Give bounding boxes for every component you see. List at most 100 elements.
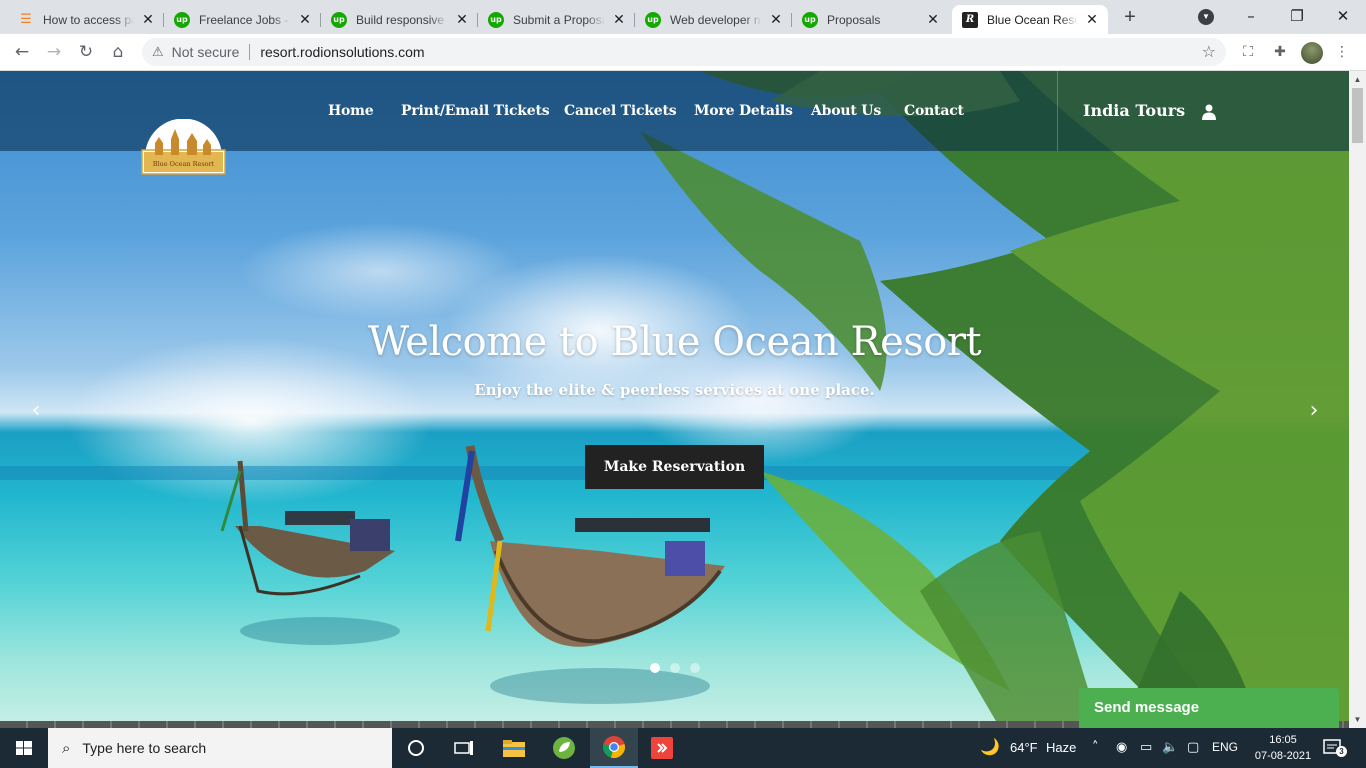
clock-date: 07-08-2021 [1254, 750, 1312, 762]
search-icon: ⌕ [62, 739, 71, 757]
system-clock[interactable]: 16:05 07-08-2021 [1252, 732, 1314, 764]
security-label: Not secure [171, 44, 240, 60]
tab-3[interactable]: up Submit a Proposal ✕ [478, 5, 635, 34]
carousel-dot-3[interactable] [690, 663, 700, 673]
weather-icon[interactable]: 🌙 [980, 737, 1000, 757]
close-icon[interactable]: ✕ [925, 11, 941, 28]
nav-contact[interactable]: Contact [904, 103, 964, 119]
tab-title: Blue Ocean Resor [987, 12, 1078, 27]
screenshot-icon[interactable]: ⛶ [1238, 42, 1258, 62]
reload-icon[interactable]: ↻ [74, 40, 98, 64]
back-icon[interactable]: ← [10, 40, 34, 64]
windows-taskbar: ⌕ Type here to search 🌙 64°F Haze ˄ ◉ ▭ … [0, 728, 1366, 768]
cortana-icon[interactable] [392, 728, 440, 768]
carousel-next-icon[interactable]: › [1304, 399, 1324, 423]
nav-about-us[interactable]: About Us [811, 103, 881, 119]
close-icon[interactable]: ✕ [768, 11, 784, 28]
weather-temp[interactable]: 64°F [1010, 740, 1038, 755]
upwork-icon: up [488, 11, 504, 28]
notification-count-badge: 3 [1336, 746, 1347, 757]
anydesk-icon[interactable] [638, 728, 686, 768]
hero-title: Welcome to Blue Ocean Resort [367, 319, 982, 365]
nav-home[interactable]: Home [328, 103, 374, 119]
window-close-icon[interactable]: ✕ [1320, 4, 1366, 30]
tab-4[interactable]: up Web developer ne ✕ [635, 5, 792, 34]
tab-title: Freelance Jobs - U [199, 12, 291, 27]
minimize-icon[interactable]: – [1228, 4, 1274, 30]
new-tab-icon[interactable]: + [1118, 6, 1142, 30]
scroll-up-icon[interactable]: ▲ [1349, 71, 1366, 88]
url-text[interactable]: resort.rodionsolutions.com [260, 44, 424, 60]
send-message-chat-button[interactable]: Send message [1079, 688, 1339, 728]
carousel-prev-icon[interactable]: ‹ [26, 399, 46, 423]
nav-more-details[interactable]: More Details [694, 103, 793, 119]
tab-2[interactable]: up Build responsive w ✕ [321, 5, 478, 34]
carousel-dot-2[interactable] [670, 663, 680, 673]
search-placeholder: Type here to search [82, 740, 207, 756]
profile-avatar[interactable] [1301, 42, 1323, 64]
close-icon[interactable]: ✕ [140, 11, 156, 28]
chrome-taskbar-icon[interactable] [590, 728, 638, 768]
extensions-icon[interactable]: ✚ [1270, 42, 1290, 62]
scroll-thumb[interactable] [1352, 88, 1363, 143]
notification-center-icon[interactable]: 3 [1322, 738, 1347, 758]
nav-divider [1057, 71, 1058, 151]
bookmark-star-icon[interactable]: ☆ [1202, 42, 1216, 61]
make-reservation-button[interactable]: Make Reservation [585, 445, 764, 489]
address-bar[interactable]: ⚠ Not secure resort.rodionsolutions.com … [142, 38, 1226, 66]
tab-title: Submit a Proposal [513, 12, 605, 27]
meet-now-icon[interactable]: ◉ [1116, 740, 1127, 755]
forward-icon[interactable]: → [42, 40, 66, 64]
left-boat-shape [220, 460, 395, 596]
tray-overflow-icon[interactable]: ˄ [1092, 740, 1099, 755]
network-icon[interactable]: ▢ [1187, 740, 1199, 755]
tab-title: Proposals [827, 12, 881, 27]
resort-logo[interactable]: Blue Ocean Resort [141, 119, 226, 175]
nav-brand-india-tours[interactable]: India Tours [1083, 101, 1185, 120]
volume-icon[interactable]: 🔈 [1162, 740, 1178, 755]
logo-text: Blue Ocean Resort [153, 160, 215, 168]
language-indicator[interactable]: ENG [1212, 740, 1238, 754]
clock-time: 16:05 [1269, 734, 1297, 746]
close-icon[interactable]: ✕ [611, 11, 627, 28]
tab-strip: ☰ How to access pa ✕ up Freelance Jobs -… [0, 0, 1366, 34]
menu-icon[interactable]: ⋮ [1332, 42, 1352, 62]
task-view-icon[interactable] [440, 728, 488, 768]
upwork-icon: up [802, 11, 818, 28]
scroll-down-icon[interactable]: ▼ [1349, 711, 1366, 728]
tab-0[interactable]: ☰ How to access pa ✕ [8, 5, 164, 34]
weather-condition[interactable]: Haze [1046, 740, 1076, 755]
hero-subtitle: Enjoy the elite & peerless services at o… [474, 381, 875, 399]
tab-title: Web developer ne [670, 12, 762, 27]
palm-fronds-shape [640, 71, 1349, 728]
page-viewport: Home Print/Email Tickets Cancel Tickets … [0, 71, 1349, 728]
windows-start-icon[interactable] [0, 728, 48, 768]
spring-tool-icon[interactable] [540, 728, 588, 768]
tab-5[interactable]: up Proposals ✕ [792, 5, 949, 34]
close-icon[interactable]: ✕ [454, 11, 470, 28]
upwork-icon: up [645, 11, 661, 28]
restore-icon[interactable]: ❐ [1274, 4, 1320, 30]
page-scrollbar[interactable]: ▲ ▼ [1349, 71, 1366, 728]
upwork-icon: up [174, 11, 190, 28]
tab-title: Build responsive w [356, 12, 448, 27]
close-icon[interactable]: ✕ [297, 11, 313, 28]
nav-cancel-tickets[interactable]: Cancel Tickets [564, 103, 677, 119]
upwork-icon: up [331, 11, 347, 28]
resort-r-icon: R [962, 11, 978, 28]
divider [249, 44, 251, 60]
stackoverflow-icon: ☰ [20, 12, 32, 27]
tab-search-icon[interactable]: ▼ [1198, 9, 1214, 25]
tab-1[interactable]: up Freelance Jobs - U ✕ [164, 5, 321, 34]
carousel-dot-1[interactable] [650, 663, 660, 673]
close-icon[interactable]: ✕ [1084, 11, 1100, 28]
tab-6-active[interactable]: R Blue Ocean Resor ✕ [952, 5, 1108, 34]
user-icon[interactable] [1202, 104, 1216, 120]
browser-toolbar: ← → ↻ ⌂ ⚠ Not secure resort.rodionsoluti… [0, 34, 1366, 71]
home-icon[interactable]: ⌂ [106, 40, 130, 64]
file-explorer-icon[interactable] [490, 728, 538, 768]
battery-icon[interactable]: ▭ [1140, 740, 1152, 755]
taskbar-search[interactable]: ⌕ Type here to search [48, 728, 392, 768]
nav-print-email-tickets[interactable]: Print/Email Tickets [401, 103, 550, 119]
tab-title: How to access pa [43, 12, 134, 27]
